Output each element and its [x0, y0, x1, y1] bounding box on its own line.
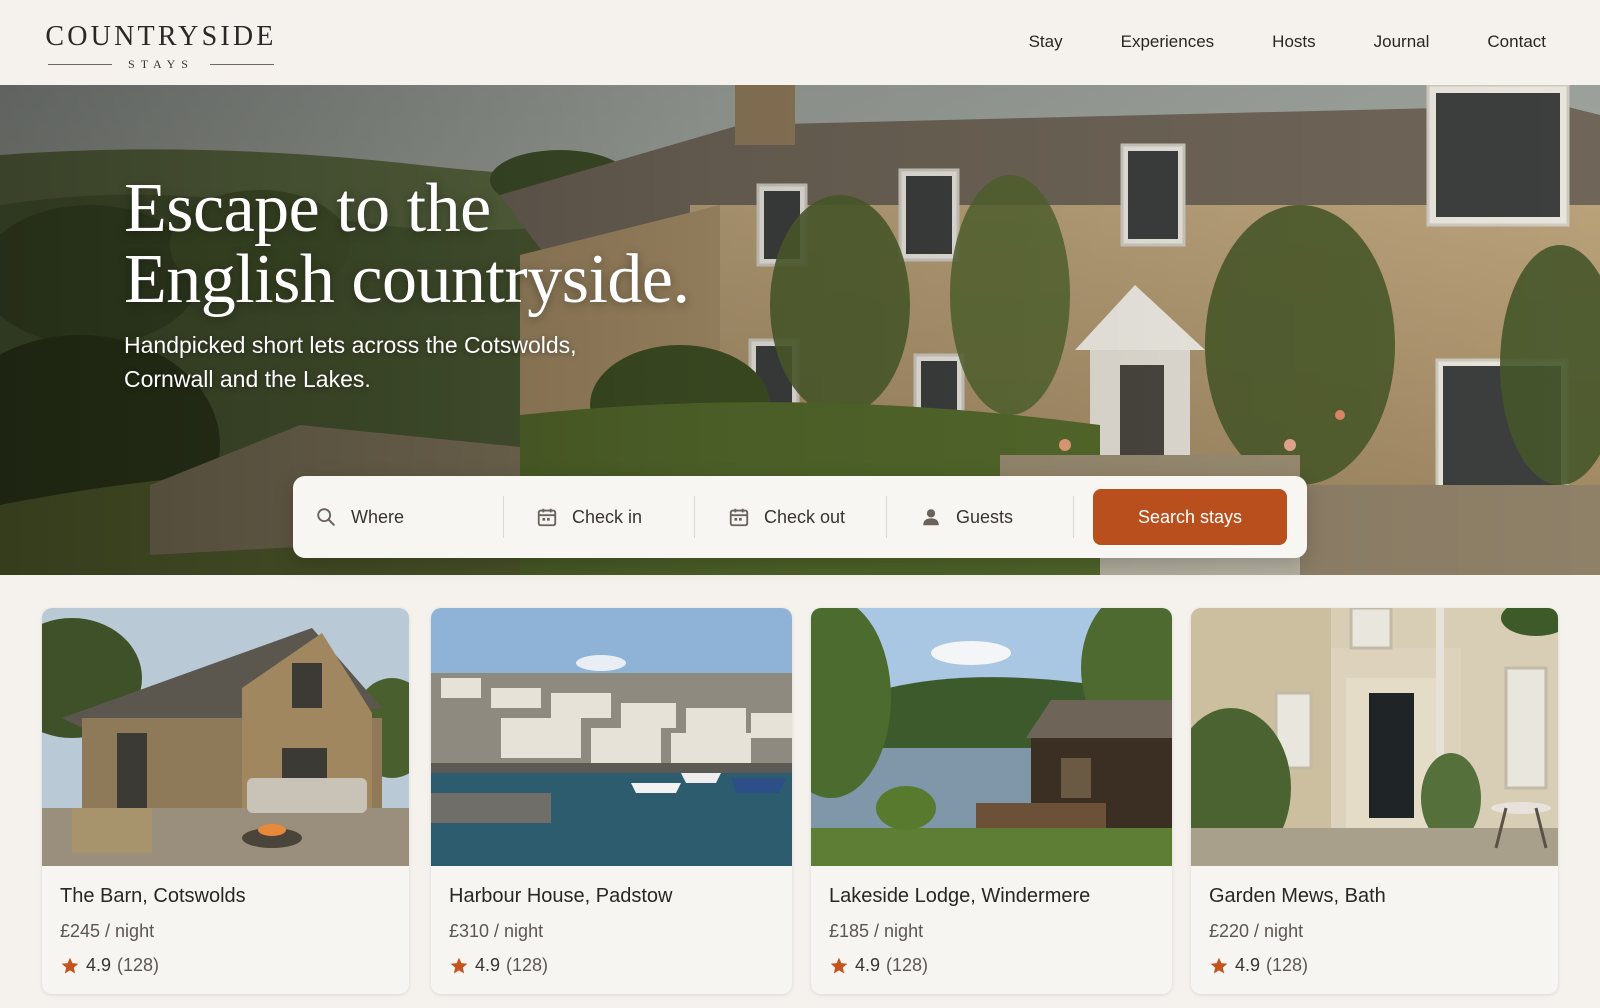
brand-name: COUNTRYSIDE	[45, 21, 277, 52]
listing-price: £185 / night	[829, 921, 924, 941]
review-count: (128)	[506, 955, 549, 975]
hero-subtitle-line-2: Cornwall and the Lakes.	[124, 366, 371, 392]
hero-title-line-1: Escape to the	[124, 170, 491, 247]
search-bar: Where Check in Check out Guests Search s…	[293, 476, 1307, 558]
site-header: COUNTRYSIDE STAYS Stay Experiences Hosts…	[0, 0, 1600, 85]
main-nav: Stay Experiences Hosts Journal Contact	[971, 32, 1546, 52]
review-count: (128)	[1266, 955, 1309, 975]
listing-grid: The Barn, Cotswolds £245 / night 4.9 (12…	[42, 608, 1558, 994]
listing-rating: 4.9 (128)	[829, 955, 928, 976]
review-count: (128)	[886, 955, 929, 975]
guests-label: Guests	[956, 506, 1014, 527]
calendar-icon	[537, 508, 557, 527]
where-label: Where	[351, 506, 405, 527]
rating-value: 4.9	[1235, 955, 1261, 975]
brand-tagline: STAYS	[44, 56, 278, 72]
listing-image-lakeside	[811, 608, 1172, 866]
nav-item-hosts[interactable]: Hosts	[1272, 32, 1315, 52]
check-out-label: Check out	[764, 506, 846, 527]
rating-value: 4.9	[475, 955, 501, 975]
listing-image-barn	[42, 608, 409, 866]
star-icon	[61, 957, 79, 973]
rating-value: 4.9	[855, 955, 881, 975]
hero-title: Escape to the English countryside.	[124, 173, 764, 315]
check-in-label: Check in	[572, 506, 643, 527]
listing-card[interactable]: Lakeside Lodge, Windermere £185 / night …	[811, 608, 1172, 994]
listing-card[interactable]: Harbour House, Padstow £310 / night 4.9 …	[431, 608, 792, 994]
star-icon	[1210, 957, 1228, 973]
where-field[interactable]: Where	[315, 476, 490, 558]
listing-image-mews	[1191, 608, 1558, 866]
listing-name: The Barn, Cotswolds	[60, 885, 246, 907]
hero-subtitle: Handpicked short lets across the Cotswol…	[124, 328, 644, 396]
guests-field[interactable]: Guests	[920, 476, 1070, 558]
listing-price: £310 / night	[449, 921, 544, 941]
nav-item-experiences[interactable]: Experiences	[1121, 32, 1215, 52]
search-icon	[317, 508, 335, 526]
listing-name: Garden Mews, Bath	[1209, 885, 1386, 907]
listing-name: Harbour House, Padstow	[449, 885, 673, 907]
listing-image-harbour	[431, 608, 792, 866]
hero-subtitle-line-1: Handpicked short lets across the Cotswol…	[124, 332, 577, 358]
search-divider	[694, 496, 695, 538]
person-icon	[923, 509, 939, 526]
rating-value: 4.9	[86, 955, 112, 975]
nav-item-journal[interactable]: Journal	[1374, 32, 1430, 52]
listing-card[interactable]: Garden Mews, Bath £220 / night 4.9 (128)	[1191, 608, 1558, 994]
search-divider	[503, 496, 504, 538]
listing-rating: 4.9 (128)	[60, 955, 159, 976]
nav-item-contact[interactable]: Contact	[1487, 32, 1546, 52]
calendar-icon	[729, 508, 749, 527]
search-divider	[1073, 496, 1074, 538]
brand-logo[interactable]: COUNTRYSIDE STAYS	[44, 22, 278, 72]
listing-price: £245 / night	[60, 921, 155, 941]
listing-rating: 4.9 (128)	[1209, 955, 1308, 976]
check-in-field[interactable]: Check in	[536, 476, 696, 558]
listing-price: £220 / night	[1209, 921, 1304, 941]
star-icon	[830, 957, 848, 973]
check-out-field[interactable]: Check out	[728, 476, 888, 558]
search-stays-button[interactable]: Search stays	[1093, 489, 1287, 545]
listing-name: Lakeside Lodge, Windermere	[829, 885, 1091, 907]
search-divider	[886, 496, 887, 538]
listing-card[interactable]: The Barn, Cotswolds £245 / night 4.9 (12…	[42, 608, 409, 994]
nav-item-stay[interactable]: Stay	[1029, 32, 1063, 52]
listing-rating: 4.9 (128)	[449, 955, 548, 976]
review-count: (128)	[117, 955, 160, 975]
star-icon	[450, 957, 468, 973]
hero-title-line-2: English countryside.	[124, 241, 690, 318]
